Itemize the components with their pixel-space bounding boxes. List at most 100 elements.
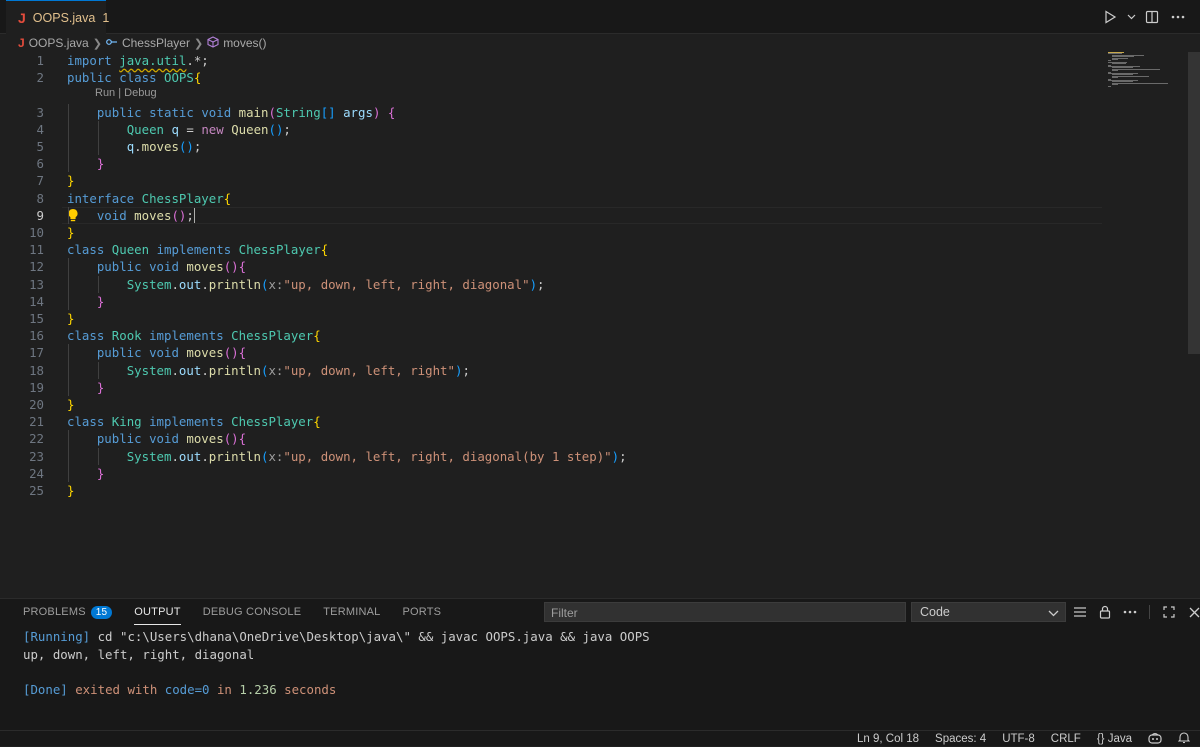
code-line[interactable]: 3 public static void main(String[] args)… bbox=[0, 104, 1100, 121]
code-line[interactable]: 13 System.out.println(x:"up, down, left,… bbox=[0, 276, 1100, 293]
code-token: java.util bbox=[119, 53, 187, 68]
line-number: 6 bbox=[36, 156, 44, 172]
chevron-right-icon: ❯ bbox=[193, 37, 204, 50]
status-eol[interactable]: CRLF bbox=[1051, 733, 1081, 745]
code-line[interactable]: 14 } bbox=[0, 293, 1100, 310]
breadcrumb-interface[interactable]: ChessPlayer bbox=[122, 36, 190, 50]
indent-guide bbox=[68, 430, 69, 482]
code-token: } bbox=[67, 311, 75, 326]
line-number: 11 bbox=[29, 242, 44, 258]
code-token: () bbox=[223, 345, 239, 361]
breadcrumb-file[interactable]: OOPS.java bbox=[29, 36, 89, 50]
code-line[interactable]: 12 public void moves(){ bbox=[0, 258, 1100, 275]
chevron-down-icon[interactable] bbox=[1126, 7, 1136, 27]
line-number: 14 bbox=[29, 293, 44, 309]
status-indentation[interactable]: Spaces: 4 bbox=[935, 733, 986, 745]
code-line[interactable]: 8 interface ChessPlayer{ bbox=[0, 190, 1100, 207]
code-line[interactable]: 20} bbox=[0, 396, 1100, 413]
close-icon[interactable] bbox=[1184, 602, 1200, 622]
code-text: class King implements ChessPlayer{ bbox=[67, 413, 321, 430]
more-actions-icon[interactable] bbox=[1168, 7, 1188, 27]
code-line[interactable]: 10} bbox=[0, 224, 1100, 241]
code-line[interactable]: 5 q.moves(); bbox=[0, 138, 1100, 155]
word-wrap-icon[interactable] bbox=[1070, 602, 1090, 622]
minimap[interactable] bbox=[1108, 52, 1188, 92]
code-token: x: bbox=[268, 448, 284, 464]
breadcrumb-method[interactable]: moves() bbox=[223, 36, 266, 50]
code-line[interactable]: 21 class King implements ChessPlayer{ bbox=[0, 413, 1100, 430]
code-line[interactable]: 4 Queen q = new Queen(); bbox=[0, 121, 1100, 138]
code-token: King bbox=[111, 414, 142, 430]
output-filter-input[interactable]: Filter bbox=[544, 602, 906, 622]
code-text: } bbox=[67, 293, 104, 310]
code-line[interactable]: 24 } bbox=[0, 465, 1100, 482]
tab-oops-java[interactable]: J OOPS.java 1 bbox=[6, 0, 110, 34]
code-token: class bbox=[67, 242, 105, 258]
output-command: cd "c:\Users\dhana\OneDrive\Desktop\java… bbox=[90, 629, 650, 644]
code-token: { bbox=[320, 242, 329, 258]
code-line[interactable]: 18 System.out.println(x:"up, down, left,… bbox=[0, 362, 1100, 379]
status-cursor-position[interactable]: Ln 9, Col 18 bbox=[857, 733, 919, 745]
code-token: { bbox=[387, 104, 396, 120]
code-line[interactable]: 1 import java.util.*; bbox=[0, 52, 1100, 69]
code-line[interactable]: 7} bbox=[0, 172, 1100, 189]
status-encoding[interactable]: UTF-8 bbox=[1002, 733, 1035, 745]
status-language[interactable]: {} Java bbox=[1097, 733, 1132, 745]
tab-ports[interactable]: PORTS bbox=[402, 599, 441, 625]
code-editor[interactable]: 1 import java.util.*; 2 public class OOPS{R… bbox=[0, 52, 1188, 598]
code-token: moves bbox=[141, 139, 179, 154]
output-channel-select[interactable]: Code bbox=[911, 602, 1066, 622]
tab-problems[interactable]: PROBLEMS 15 bbox=[23, 599, 113, 625]
tab-terminal[interactable]: TERMINAL bbox=[323, 599, 380, 625]
code-token: "up, down, left, right, diagonal" bbox=[283, 276, 530, 292]
code-text: public static void main(String[] args) { bbox=[67, 104, 396, 121]
code-token: x: bbox=[268, 276, 284, 292]
scrollbar-thumb[interactable] bbox=[1188, 52, 1200, 354]
code-line[interactable]: 16 class Rook implements ChessPlayer{ bbox=[0, 327, 1100, 344]
code-line[interactable]: 2 public class OOPS{ bbox=[0, 69, 1100, 86]
code-token: new bbox=[201, 121, 224, 137]
indent-guide bbox=[97, 120, 99, 156]
indent-guide bbox=[97, 361, 99, 379]
run-icon[interactable] bbox=[1100, 7, 1120, 27]
code-line[interactable]: 9 void moves(); bbox=[0, 206, 1102, 224]
tab-problem-count: 1 bbox=[102, 10, 110, 25]
code-line[interactable]: 22 public void moves(){ bbox=[0, 430, 1100, 447]
indent-guide bbox=[68, 258, 69, 310]
tab-debug-console[interactable]: DEBUG CONSOLE bbox=[203, 599, 302, 625]
line-number: 9 bbox=[36, 207, 44, 223]
more-actions-icon[interactable] bbox=[1120, 602, 1140, 622]
code-line[interactable]: 23 System.out.println(x:"up, down, left,… bbox=[0, 448, 1100, 465]
minimap-line bbox=[1112, 63, 1127, 65]
code-line[interactable]: 19 } bbox=[0, 379, 1100, 396]
code-token: . bbox=[201, 276, 209, 292]
code-line[interactable]: 11 class Queen implements ChessPlayer{ bbox=[0, 241, 1100, 258]
split-editor-icon[interactable] bbox=[1142, 7, 1162, 27]
code-token: Queen bbox=[111, 242, 150, 258]
code-line[interactable]: 17 public void moves(){ bbox=[0, 344, 1100, 361]
code-token: System bbox=[126, 448, 172, 464]
code-token: () bbox=[223, 259, 239, 275]
code-line[interactable]: 15} bbox=[0, 310, 1100, 327]
code-text: Queen q = new Queen(); bbox=[67, 121, 291, 138]
notifications-icon[interactable] bbox=[1177, 731, 1191, 747]
output-running-tag: [Running] bbox=[23, 629, 91, 644]
line-number: 22 bbox=[29, 431, 44, 447]
code-token: String bbox=[275, 104, 321, 120]
editor-scrollbar[interactable] bbox=[1188, 52, 1200, 598]
code-line[interactable]: 6 } bbox=[0, 155, 1100, 172]
code-token: Queen bbox=[126, 121, 164, 137]
code-token: } bbox=[96, 465, 105, 481]
divider bbox=[1149, 605, 1150, 619]
lock-icon[interactable] bbox=[1095, 602, 1115, 622]
code-line[interactable]: 25} bbox=[0, 482, 1100, 499]
codelens-run-debug[interactable]: Run | Debug bbox=[95, 87, 157, 99]
copilot-icon[interactable] bbox=[1148, 732, 1162, 747]
tab-output[interactable]: OUTPUT bbox=[134, 599, 181, 625]
maximize-panel-icon[interactable] bbox=[1159, 602, 1179, 622]
